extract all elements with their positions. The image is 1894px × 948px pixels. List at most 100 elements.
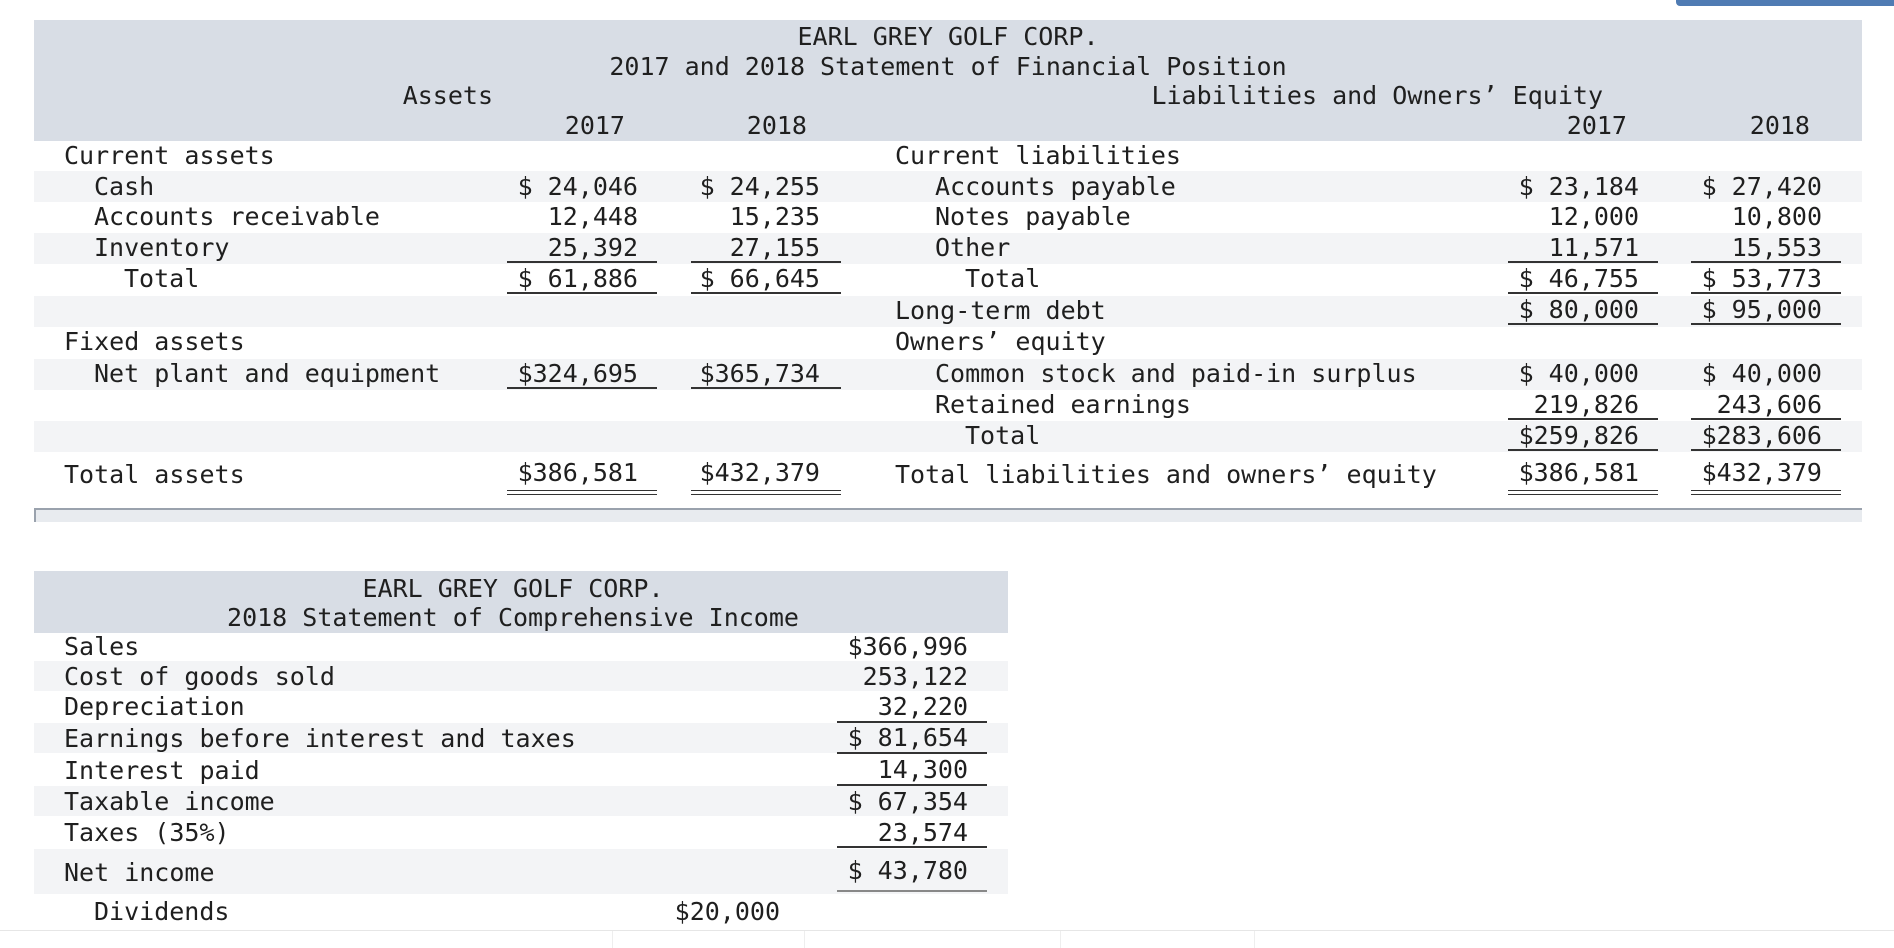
common-stock-2018: $ 40,000	[1701, 359, 1822, 388]
total-assets-2017: $386,581	[517, 458, 638, 487]
liabilities-header: Liabilities and Owners’ Equity	[1151, 81, 1603, 110]
current-assets-total-2018: $ 66,645	[699, 264, 820, 293]
retained-earnings-2018: 243,606	[1716, 390, 1822, 419]
accounts-receivable-label: Accounts receivable	[94, 202, 380, 231]
total-liabilities-label: Total liabilities and owners’ equity	[895, 460, 1437, 489]
underline	[1508, 418, 1658, 420]
net-plant-2017: $324,695	[517, 359, 638, 388]
underline	[507, 387, 657, 389]
taxable-income-label: Taxable income	[64, 787, 275, 816]
inventory-label: Inventory	[94, 233, 230, 262]
underline	[1508, 323, 1658, 325]
net-income-value: $ 43,780	[847, 856, 968, 885]
accounts-payable-2017: $ 23,184	[1518, 172, 1639, 201]
current-assets-label: Current assets	[64, 141, 275, 170]
retained-earnings-label: Retained earnings	[935, 390, 1191, 419]
underline	[691, 292, 841, 294]
cogs-value: 253,122	[862, 662, 968, 691]
underline	[1691, 292, 1841, 294]
other-liabilities-2017: 11,571	[1548, 233, 1639, 262]
notes-payable-2018: 10,800	[1731, 202, 1822, 231]
accounts-receivable-2017: 12,448	[547, 202, 638, 231]
current-liabilities-total-2018: $ 53,773	[1701, 264, 1822, 293]
cash-label: Cash	[94, 172, 155, 201]
column-divider	[1060, 931, 1061, 948]
taxes-label: Taxes (35%)	[64, 818, 230, 847]
notes-payable-label: Notes payable	[935, 202, 1131, 231]
accounts-receivable-2018: 15,235	[729, 202, 820, 231]
long-term-debt-2018: $ 95,000	[1701, 295, 1822, 324]
total-liabilities-2017: $386,581	[1518, 458, 1639, 487]
liab-year-2017-header: 2017	[1566, 111, 1627, 140]
balance-sheet-title: 2017 and 2018 Statement of Financial Pos…	[609, 52, 1287, 81]
sales-value: $366,996	[847, 632, 968, 661]
cash-2018: $ 24,255	[699, 172, 820, 201]
underline	[507, 261, 657, 263]
underline	[691, 387, 841, 389]
current-assets-total-label: Total	[124, 264, 200, 293]
assets-header: Assets	[402, 81, 493, 110]
current-liabilities-total-2017: $ 46,755	[1518, 264, 1639, 293]
long-term-debt-2017: $ 80,000	[1518, 295, 1639, 324]
underline	[837, 846, 987, 848]
double-underline	[1508, 490, 1658, 495]
owners-equity-total-2017: $259,826	[1518, 421, 1639, 450]
underline	[837, 752, 987, 754]
bottom-divider	[0, 930, 1894, 931]
inventory-2018: 27,155	[729, 233, 820, 262]
double-underline	[507, 490, 657, 495]
cogs-label: Cost of goods sold	[64, 662, 335, 691]
cash-2017: $ 24,046	[517, 172, 638, 201]
underline	[1508, 292, 1658, 294]
taxes-value: 23,574	[877, 818, 968, 847]
underline	[1691, 449, 1841, 451]
depreciation-value: 32,220	[877, 692, 968, 721]
dividends-label: Dividends	[94, 897, 230, 926]
underline	[507, 292, 657, 294]
net-plant-label: Net plant and equipment	[94, 359, 441, 388]
assets-year-2018-header: 2018	[746, 111, 807, 140]
underline	[1691, 323, 1841, 325]
underline	[1508, 261, 1658, 263]
long-term-debt-label: Long-term debt	[895, 296, 1106, 325]
owners-equity-label: Owners’ equity	[895, 327, 1106, 356]
underline	[691, 261, 841, 263]
notes-payable-2017: 12,000	[1548, 202, 1639, 231]
column-divider	[1254, 931, 1255, 948]
column-divider	[804, 931, 805, 948]
double-underline	[1691, 490, 1841, 495]
net-income-label: Net income	[64, 858, 215, 887]
other-liabilities-label: Other	[935, 233, 1011, 262]
inventory-2017: 25,392	[547, 233, 638, 262]
total-liabilities-2018: $432,379	[1701, 458, 1822, 487]
sales-label: Sales	[64, 632, 140, 661]
taxable-income-value: $ 67,354	[847, 787, 968, 816]
current-assets-total-2017: $ 61,886	[517, 264, 638, 293]
net-plant-2018: $365,734	[699, 359, 820, 388]
income-statement-company: EARL GREY GOLF CORP.	[362, 574, 664, 603]
common-stock-label: Common stock and paid-in surplus	[935, 359, 1417, 388]
interest-value: 14,300	[877, 755, 968, 784]
dividends-value: $20,000	[674, 897, 780, 926]
underline	[1508, 449, 1658, 451]
accounts-payable-2018: $ 27,420	[1701, 172, 1822, 201]
current-liabilities-total-label: Total	[965, 264, 1041, 293]
balance-sheet-company: EARL GREY GOLF CORP.	[797, 22, 1099, 51]
double-underline	[691, 490, 841, 495]
ebit-value: $ 81,654	[847, 723, 968, 752]
ebit-label: Earnings before interest and taxes	[64, 724, 576, 753]
total-assets-2018: $432,379	[699, 458, 820, 487]
liab-year-2018-header: 2018	[1749, 111, 1810, 140]
underline	[837, 890, 987, 892]
window-tab-corner	[1676, 0, 1894, 6]
owners-equity-total-2018: $283,606	[1701, 421, 1822, 450]
assets-year-2017-header: 2017	[564, 111, 625, 140]
depreciation-label: Depreciation	[64, 692, 245, 721]
income-statement-title: 2018 Statement of Comprehensive Income	[227, 603, 799, 632]
common-stock-2017: $ 40,000	[1518, 359, 1639, 388]
underline	[1691, 418, 1841, 420]
other-liabilities-2018: 15,553	[1731, 233, 1822, 262]
horizontal-scrollbar[interactable]	[34, 508, 1862, 522]
interest-label: Interest paid	[64, 756, 260, 785]
accounts-payable-label: Accounts payable	[935, 172, 1176, 201]
